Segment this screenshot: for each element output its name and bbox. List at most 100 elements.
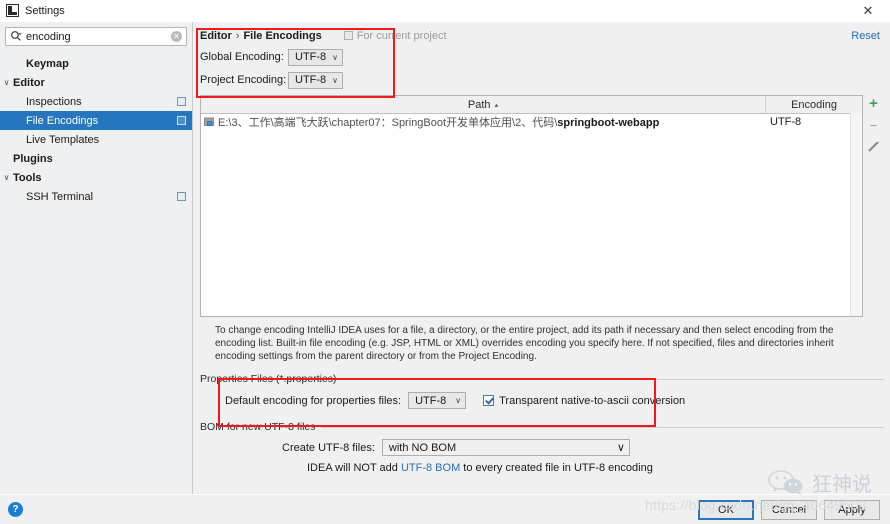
sidebar-item-label: Editor: [13, 76, 45, 89]
sidebar-item-editor[interactable]: ∨ Editor: [0, 73, 192, 92]
sidebar-item-ssh-terminal[interactable]: SSH Terminal: [0, 187, 192, 206]
properties-files-group: Properties Files (*.properties) Default …: [200, 373, 884, 409]
minus-icon: −: [869, 118, 878, 133]
checkbox-checked-icon: [483, 395, 495, 406]
breadcrumb-parent: Editor: [200, 29, 232, 42]
sidebar-item-plugins[interactable]: Plugins: [0, 149, 192, 168]
cell-path-text: E:\3、工作\高端飞大跃\chapter07：SpringBoot开发单体应用…: [218, 114, 659, 130]
project-encoding-dropdown[interactable]: UTF-8 ∨: [288, 71, 344, 89]
chevron-down-icon: ∨: [455, 396, 462, 405]
intellij-idea-icon: [6, 4, 19, 17]
title-bar: Settings ✕: [0, 0, 890, 22]
chevron-down-icon: ∨: [332, 75, 339, 85]
breadcrumb: Editor › File Encodings For current proj…: [200, 27, 884, 44]
sidebar-item-file-encodings[interactable]: File Encodings: [0, 111, 192, 130]
table-vertical-scrollbar[interactable]: [850, 113, 862, 316]
window-title: Settings: [25, 4, 65, 17]
group-divider: [320, 426, 884, 428]
global-encoding-dropdown[interactable]: UTF-8 ∨: [288, 48, 344, 66]
copy-settings-icon: [177, 116, 186, 125]
page-title: File Encodings: [243, 29, 322, 42]
cell-encoding[interactable]: UTF-8: [766, 116, 862, 128]
wechat-icon: [766, 469, 806, 496]
brand-overlay: 狂神说: [766, 468, 872, 497]
scope-label: For current project: [356, 29, 447, 42]
copy-settings-icon: [177, 97, 186, 106]
settings-window: Settings ✕ ✕: [0, 0, 890, 524]
table-header-row: Path ▴ Encoding: [201, 96, 862, 114]
remove-path-button[interactable]: −: [865, 118, 882, 133]
encodings-table: Path ▴ Encoding E:\3、工作\高端飞大跃\chapter07：…: [200, 95, 863, 317]
bom-note-after: to every created file in UTF-8 encoding: [460, 462, 653, 474]
scope-indicator: For current project: [343, 29, 447, 42]
sidebar-item-label: File Encodings: [26, 114, 99, 127]
properties-files-group-label: Properties Files (*.properties): [200, 373, 337, 385]
add-path-button[interactable]: +: [865, 96, 882, 111]
column-header-encoding[interactable]: Encoding: [766, 96, 862, 113]
bom-note-before: IDEA will NOT add: [307, 462, 401, 474]
column-header-path[interactable]: Path ▴: [201, 96, 766, 113]
default-properties-encoding-dropdown[interactable]: UTF-8 ∨: [408, 392, 467, 409]
encoding-help-text: To change encoding IntelliJ IDEA uses fo…: [215, 325, 834, 362]
global-encoding-value: UTF-8: [295, 51, 327, 63]
bom-group-label: BOM for new UTF-8 files: [200, 421, 316, 433]
table-body: E:\3、工作\高端飞大跃\chapter07：SpringBoot开发单体应用…: [201, 114, 862, 316]
copy-settings-icon: [177, 192, 186, 201]
search-input[interactable]: [26, 30, 171, 43]
chevron-down-icon: ∨: [3, 77, 10, 87]
bom-note-link[interactable]: UTF-8 BOM: [401, 462, 460, 474]
module-folder-icon: [204, 117, 215, 127]
encodings-table-area: Path ▴ Encoding E:\3、工作\高端飞大跃\chapter07：…: [200, 95, 884, 317]
bom-group: BOM for new UTF-8 files Create UTF-8 fil…: [200, 421, 884, 474]
sidebar-item-keymap[interactable]: Keymap: [0, 54, 192, 73]
global-encoding-row: Global Encoding: UTF-8 ∨: [200, 47, 884, 67]
sidebar-item-label: Tools: [13, 171, 42, 184]
sidebar-item-inspections[interactable]: Inspections: [0, 92, 192, 111]
cell-path: E:\3、工作\高端飞大跃\chapter07：SpringBoot开发单体应用…: [201, 114, 766, 130]
column-header-encoding-label: Encoding: [791, 98, 837, 111]
chevron-down-icon: ∨: [616, 442, 625, 454]
sidebar-item-label: Plugins: [13, 152, 53, 165]
project-encoding-row: Project Encoding: UTF-8 ∨: [200, 70, 884, 90]
table-toolbar: + −: [863, 95, 884, 317]
sidebar-item-tools[interactable]: ∨ Tools: [0, 168, 192, 187]
default-properties-encoding-label: Default encoding for properties files:: [225, 394, 402, 407]
bom-group-title: BOM for new UTF-8 files: [200, 421, 884, 433]
create-utf8-files-label: Create UTF-8 files:: [282, 441, 375, 454]
reset-link[interactable]: Reset: [851, 30, 880, 42]
clear-search-icon[interactable]: ✕: [171, 31, 182, 42]
sidebar-item-label: SSH Terminal: [26, 190, 94, 203]
help-icon[interactable]: ?: [8, 502, 23, 517]
window-content: ✕ Keymap ∨ Editor Inspections File Encod…: [0, 22, 890, 494]
search-container: ✕: [0, 22, 192, 50]
chevron-down-icon: ∨: [332, 52, 339, 62]
sidebar-item-label: Keymap: [26, 57, 69, 70]
search-box[interactable]: ✕: [5, 27, 187, 46]
plus-icon: +: [869, 95, 878, 112]
brand-text: 狂神说: [812, 472, 872, 496]
table-row[interactable]: E:\3、工作\高端飞大跃\chapter07：SpringBoot开发单体应用…: [201, 114, 862, 130]
watermark-url: https://blog.csdn.net/qq_40649503: [645, 497, 867, 513]
close-icon[interactable]: ✕: [846, 0, 890, 21]
create-utf8-files-value: with NO BOM: [388, 441, 457, 454]
edit-path-button[interactable]: [865, 140, 882, 155]
transparent-native-to-ascii-label: Transparent native-to-ascii conversion: [499, 394, 686, 407]
sidebar-item-label: Inspections: [26, 95, 82, 108]
sidebar-item-label: Live Templates: [26, 133, 100, 146]
global-encoding-label: Global Encoding:: [200, 51, 284, 63]
bom-group-body: Create UTF-8 files: with NO BOM ∨: [200, 439, 884, 456]
transparent-native-to-ascii-checkbox[interactable]: Transparent native-to-ascii conversion: [483, 395, 685, 407]
properties-files-group-title: Properties Files (*.properties): [200, 373, 884, 385]
create-utf8-files-dropdown[interactable]: with NO BOM ∨: [381, 439, 630, 456]
group-divider: [341, 378, 884, 380]
settings-main-panel: Editor › File Encodings For current proj…: [193, 22, 890, 494]
sidebar-item-live-templates[interactable]: Live Templates: [0, 130, 192, 149]
project-encoding-value: UTF-8: [295, 74, 327, 86]
column-header-path-label: Path: [467, 98, 491, 111]
settings-sidebar: ✕ Keymap ∨ Editor Inspections File Encod…: [0, 22, 193, 494]
edit-pencil-icon: [867, 140, 880, 156]
default-properties-encoding-value: UTF-8: [415, 394, 447, 407]
project-encoding-label: Project Encoding:: [200, 74, 287, 86]
project-scope-icon: [343, 31, 353, 40]
search-icon: [10, 30, 23, 43]
